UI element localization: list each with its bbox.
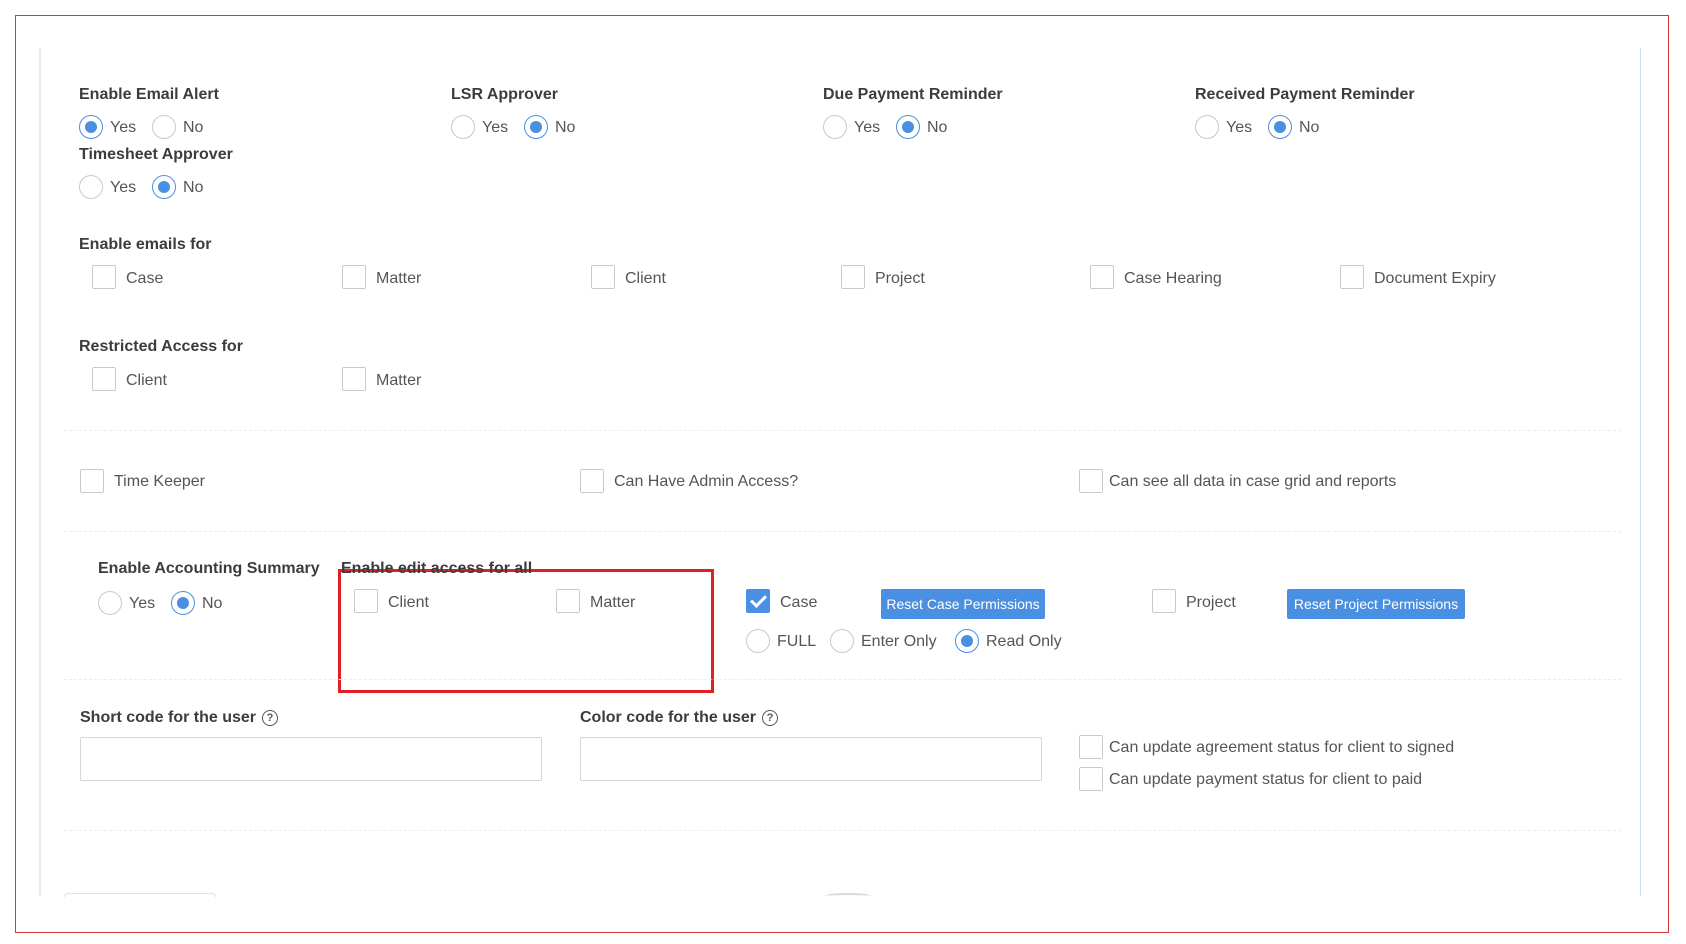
email-case-hearing-label: Case Hearing [1124, 270, 1222, 287]
received-payment-no-label: No [1299, 119, 1320, 136]
accounting-yes-label: Yes [129, 595, 156, 612]
enable-emails-for-label: Enable emails for [79, 236, 212, 253]
received-payment-yes-radio[interactable] [1195, 115, 1219, 139]
timesheet-no-radio[interactable] [152, 175, 176, 199]
email-alert-yes-radio[interactable] [79, 115, 103, 139]
email-matter-checkbox[interactable] [342, 265, 366, 289]
lsr-approver-no-radio[interactable] [524, 115, 548, 139]
admin-access-label: Can Have Admin Access? [614, 473, 799, 490]
time-keeper-checkbox[interactable] [80, 469, 104, 493]
help-icon[interactable]: ? [262, 710, 279, 726]
agreement-status-label: Can update agreement status for client t… [1109, 739, 1455, 756]
case-permission-label: Case [780, 594, 818, 611]
edit-access-client-checkbox[interactable] [354, 589, 378, 613]
email-document-expiry-label: Document Expiry [1374, 270, 1496, 287]
case-mode-enter-only-label: Enter Only [861, 633, 937, 650]
email-case-hearing-checkbox[interactable] [1090, 265, 1114, 289]
email-project-checkbox[interactable] [841, 265, 865, 289]
edit-access-matter-label: Matter [590, 594, 636, 611]
screenshot-frame [15, 15, 1669, 933]
email-matter-label: Matter [376, 270, 422, 287]
admin-access-checkbox[interactable] [580, 469, 604, 493]
restricted-client-checkbox[interactable] [92, 367, 116, 391]
case-mode-read-only-radio[interactable] [955, 629, 979, 653]
lsr-approver-yes-radio[interactable] [451, 115, 475, 139]
cut-off-element [64, 893, 216, 897]
email-client-label: Client [625, 270, 666, 287]
email-alert-no-label: No [183, 119, 204, 136]
due-payment-no-radio[interactable] [896, 115, 920, 139]
panel-right-border [1640, 48, 1641, 896]
section-divider [64, 531, 1621, 532]
payment-status-label: Can update payment status for client to … [1109, 771, 1423, 788]
lsr-approver-no-label: No [555, 119, 576, 136]
see-all-data-checkbox[interactable] [1079, 469, 1103, 493]
timesheet-no-label: No [183, 179, 204, 196]
email-client-checkbox[interactable] [591, 265, 615, 289]
lsr-approver-label: LSR Approver [451, 86, 558, 103]
due-payment-yes-radio[interactable] [823, 115, 847, 139]
color-code-label: Color code for the user [580, 709, 757, 726]
section-divider [64, 830, 1621, 831]
reset-project-permissions-button[interactable]: Reset Project Permissions [1287, 589, 1465, 619]
received-payment-yes-label: Yes [1226, 119, 1253, 136]
email-alert-no-radio[interactable] [152, 115, 176, 139]
help-icon[interactable]: ? [762, 710, 779, 726]
payment-status-checkbox[interactable] [1079, 767, 1103, 791]
time-keeper-label: Time Keeper [114, 473, 205, 490]
email-alert-label: Enable Email Alert [79, 86, 219, 103]
timesheet-approver-label: Timesheet Approver [79, 146, 233, 163]
due-payment-reminder-label: Due Payment Reminder [823, 86, 1003, 103]
accounting-summary-label: Enable Accounting Summary [98, 560, 320, 577]
section-divider [64, 679, 1621, 680]
case-mode-enter-only-radio[interactable] [830, 629, 854, 653]
project-permission-label: Project [1186, 594, 1236, 611]
lsr-approver-yes-label: Yes [482, 119, 509, 136]
accounting-yes-radio[interactable] [98, 591, 122, 615]
due-payment-no-label: No [927, 119, 948, 136]
email-case-checkbox[interactable] [92, 265, 116, 289]
section-divider [64, 430, 1621, 431]
email-alert-yes-label: Yes [110, 119, 137, 136]
restricted-matter-label: Matter [376, 372, 422, 389]
restricted-client-label: Client [126, 372, 167, 389]
color-code-input[interactable] [580, 737, 1042, 781]
email-project-label: Project [875, 270, 925, 287]
case-permission-checkbox[interactable] [746, 589, 770, 613]
edit-access-client-label: Client [388, 594, 429, 611]
received-payment-no-radio[interactable] [1268, 115, 1292, 139]
accounting-no-radio[interactable] [171, 591, 195, 615]
email-document-expiry-checkbox[interactable] [1340, 265, 1364, 289]
edit-access-highlight-box [338, 569, 714, 693]
edit-access-matter-checkbox[interactable] [556, 589, 580, 613]
short-code-input[interactable] [80, 737, 542, 781]
timesheet-yes-radio[interactable] [79, 175, 103, 199]
cut-off-element [825, 893, 871, 899]
short-code-label: Short code for the user [80, 709, 257, 726]
short-code-label-row: Short code for the user? [80, 709, 279, 727]
reset-case-permissions-button[interactable]: Reset Case Permissions [881, 589, 1045, 619]
case-mode-full-label: FULL [777, 633, 817, 650]
due-payment-yes-label: Yes [854, 119, 881, 136]
color-code-label-row: Color code for the user? [580, 709, 779, 727]
see-all-data-label: Can see all data in case grid and report… [1109, 473, 1397, 490]
project-permission-checkbox[interactable] [1152, 589, 1176, 613]
restricted-matter-checkbox[interactable] [342, 367, 366, 391]
received-payment-reminder-label: Received Payment Reminder [1195, 86, 1415, 103]
case-mode-full-radio[interactable] [746, 629, 770, 653]
restricted-access-label: Restricted Access for [79, 338, 243, 355]
edit-access-all-label: Enable edit access for all [341, 560, 533, 577]
case-mode-read-only-label: Read Only [986, 633, 1062, 650]
timesheet-yes-label: Yes [110, 179, 137, 196]
email-case-label: Case [126, 270, 164, 287]
accounting-no-label: No [202, 595, 223, 612]
agreement-status-checkbox[interactable] [1079, 735, 1103, 759]
panel-left-border [39, 48, 41, 896]
